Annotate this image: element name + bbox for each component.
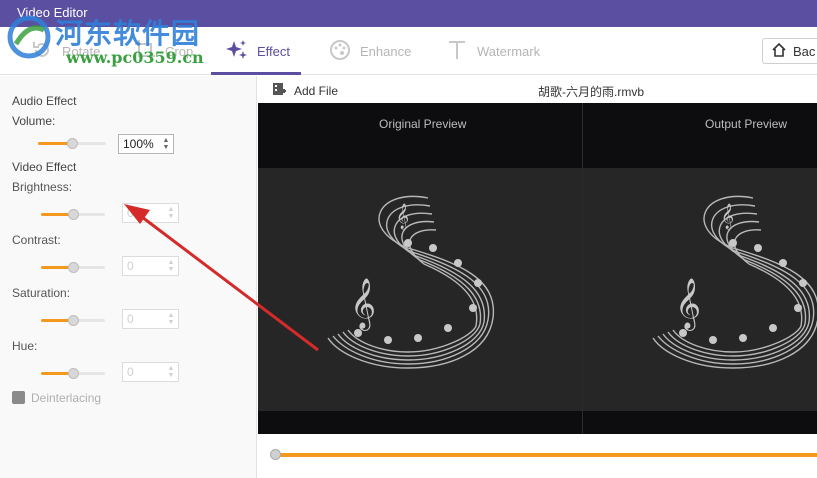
timeline-track xyxy=(274,453,817,457)
back-label: Bac xyxy=(793,43,816,59)
contrast-stepper[interactable]: 0 ▲ ▼ xyxy=(122,256,179,276)
preview-area: Original Preview Output Preview 𝄞 𝄞 𝄞 𝄞 xyxy=(258,103,817,434)
hue-label: Hue: xyxy=(12,339,38,353)
music-notes-image: 𝄞 𝄞 xyxy=(327,195,495,369)
original-preview-label: Original Preview xyxy=(379,117,467,131)
tab-label: Crop xyxy=(165,43,194,59)
tab-label: Effect xyxy=(257,43,291,59)
file-bar: Add File 胡歌-六月的雨.rmvb xyxy=(258,76,817,103)
music-notes-image: 𝄞 𝄞 xyxy=(652,195,817,369)
timeline-slider[interactable] xyxy=(270,449,817,461)
rotate-icon xyxy=(30,38,54,65)
add-file-label: Add File xyxy=(294,83,339,98)
stepper-arrows-icon[interactable]: ▲ ▼ xyxy=(167,365,175,379)
slider-handle[interactable] xyxy=(68,315,79,326)
hue-stepper[interactable]: 0 ▲ ▼ xyxy=(122,362,179,382)
add-file-button[interactable]: Add File xyxy=(272,82,338,99)
saturation-label: Saturation: xyxy=(12,286,71,300)
window-title: Video Editor xyxy=(17,5,88,20)
slider-handle[interactable] xyxy=(68,262,79,273)
svg-text:𝄞: 𝄞 xyxy=(350,278,376,331)
effect-settings-panel: Audio Effect Volume: 100% ▲ ▼ Video Effec… xyxy=(0,76,257,478)
active-tab-indicator xyxy=(211,72,301,75)
home-icon xyxy=(771,42,787,61)
stepper-arrows-icon[interactable]: ▲ ▼ xyxy=(167,312,175,326)
deinterlacing-label: Deinterlacing xyxy=(31,391,102,405)
tab-label: Enhance xyxy=(360,43,412,59)
slider-handle[interactable] xyxy=(67,138,78,149)
brightness-label: Brightness: xyxy=(12,180,73,194)
hue-value: 0 xyxy=(127,365,134,379)
hue-slider[interactable] xyxy=(41,367,105,379)
tab-crop[interactable]: Crop xyxy=(133,27,193,75)
brightness-stepper[interactable]: 0 ▲ ▼ xyxy=(122,203,179,223)
stepper-arrows-icon[interactable]: ▲ ▼ xyxy=(162,137,170,151)
palette-icon xyxy=(328,38,352,65)
back-button[interactable]: Bac xyxy=(762,38,817,64)
preview-panel: Add File 胡歌-六月的雨.rmvb Original Preview O… xyxy=(258,76,817,478)
stepper-arrows-icon[interactable]: ▲ ▼ xyxy=(167,259,175,273)
tab-watermark[interactable]: Watermark xyxy=(445,27,540,75)
tab-label: Watermark xyxy=(477,43,541,59)
text-t-icon xyxy=(445,38,469,65)
video-effect-heading: Video Effect xyxy=(12,160,77,174)
current-filename: 胡歌-六月的雨.rmvb xyxy=(538,85,644,99)
saturation-value: 0 xyxy=(127,312,134,326)
slider-handle[interactable] xyxy=(68,209,79,220)
saturation-slider[interactable] xyxy=(41,314,105,326)
svg-text:𝄞: 𝄞 xyxy=(675,278,701,331)
title-bar: Video Editor xyxy=(0,0,817,27)
sparkle-icon xyxy=(225,38,249,65)
slider-handle[interactable] xyxy=(68,368,79,379)
crop-icon xyxy=(133,38,157,65)
original-video-frame: 𝄞 𝄞 xyxy=(258,168,582,411)
output-video-frame: 𝄞 𝄞 xyxy=(583,168,817,411)
brightness-value: 0 xyxy=(127,206,134,220)
audio-effect-heading: Audio Effect xyxy=(12,94,77,108)
timeline-handle[interactable] xyxy=(270,449,281,460)
tab-label: Rotate xyxy=(62,43,101,59)
contrast-slider[interactable] xyxy=(41,261,105,273)
saturation-stepper[interactable]: 0 ▲ ▼ xyxy=(122,309,179,329)
stepper-arrows-icon[interactable]: ▲ ▼ xyxy=(167,206,175,220)
toolbar: Rotate Crop Effect Enhance Watermark Bac xyxy=(0,27,817,75)
volume-label: Volume: xyxy=(12,114,56,128)
tab-enhance[interactable]: Enhance xyxy=(328,27,411,75)
volume-slider[interactable] xyxy=(38,137,106,149)
svg-text:𝄞: 𝄞 xyxy=(396,203,409,229)
contrast-label: Contrast: xyxy=(12,233,61,247)
volume-stepper[interactable]: 100% ▲ ▼ xyxy=(118,134,174,154)
volume-value: 100% xyxy=(123,137,154,151)
contrast-value: 0 xyxy=(127,259,134,273)
add-file-icon xyxy=(272,82,286,99)
brightness-slider[interactable] xyxy=(41,208,105,220)
output-preview-label: Output Preview xyxy=(705,117,788,131)
deinterlacing-checkbox[interactable] xyxy=(12,391,25,404)
tab-rotate[interactable]: Rotate xyxy=(30,27,100,75)
tab-effect[interactable]: Effect xyxy=(211,27,301,75)
svg-text:𝄞: 𝄞 xyxy=(721,203,734,229)
